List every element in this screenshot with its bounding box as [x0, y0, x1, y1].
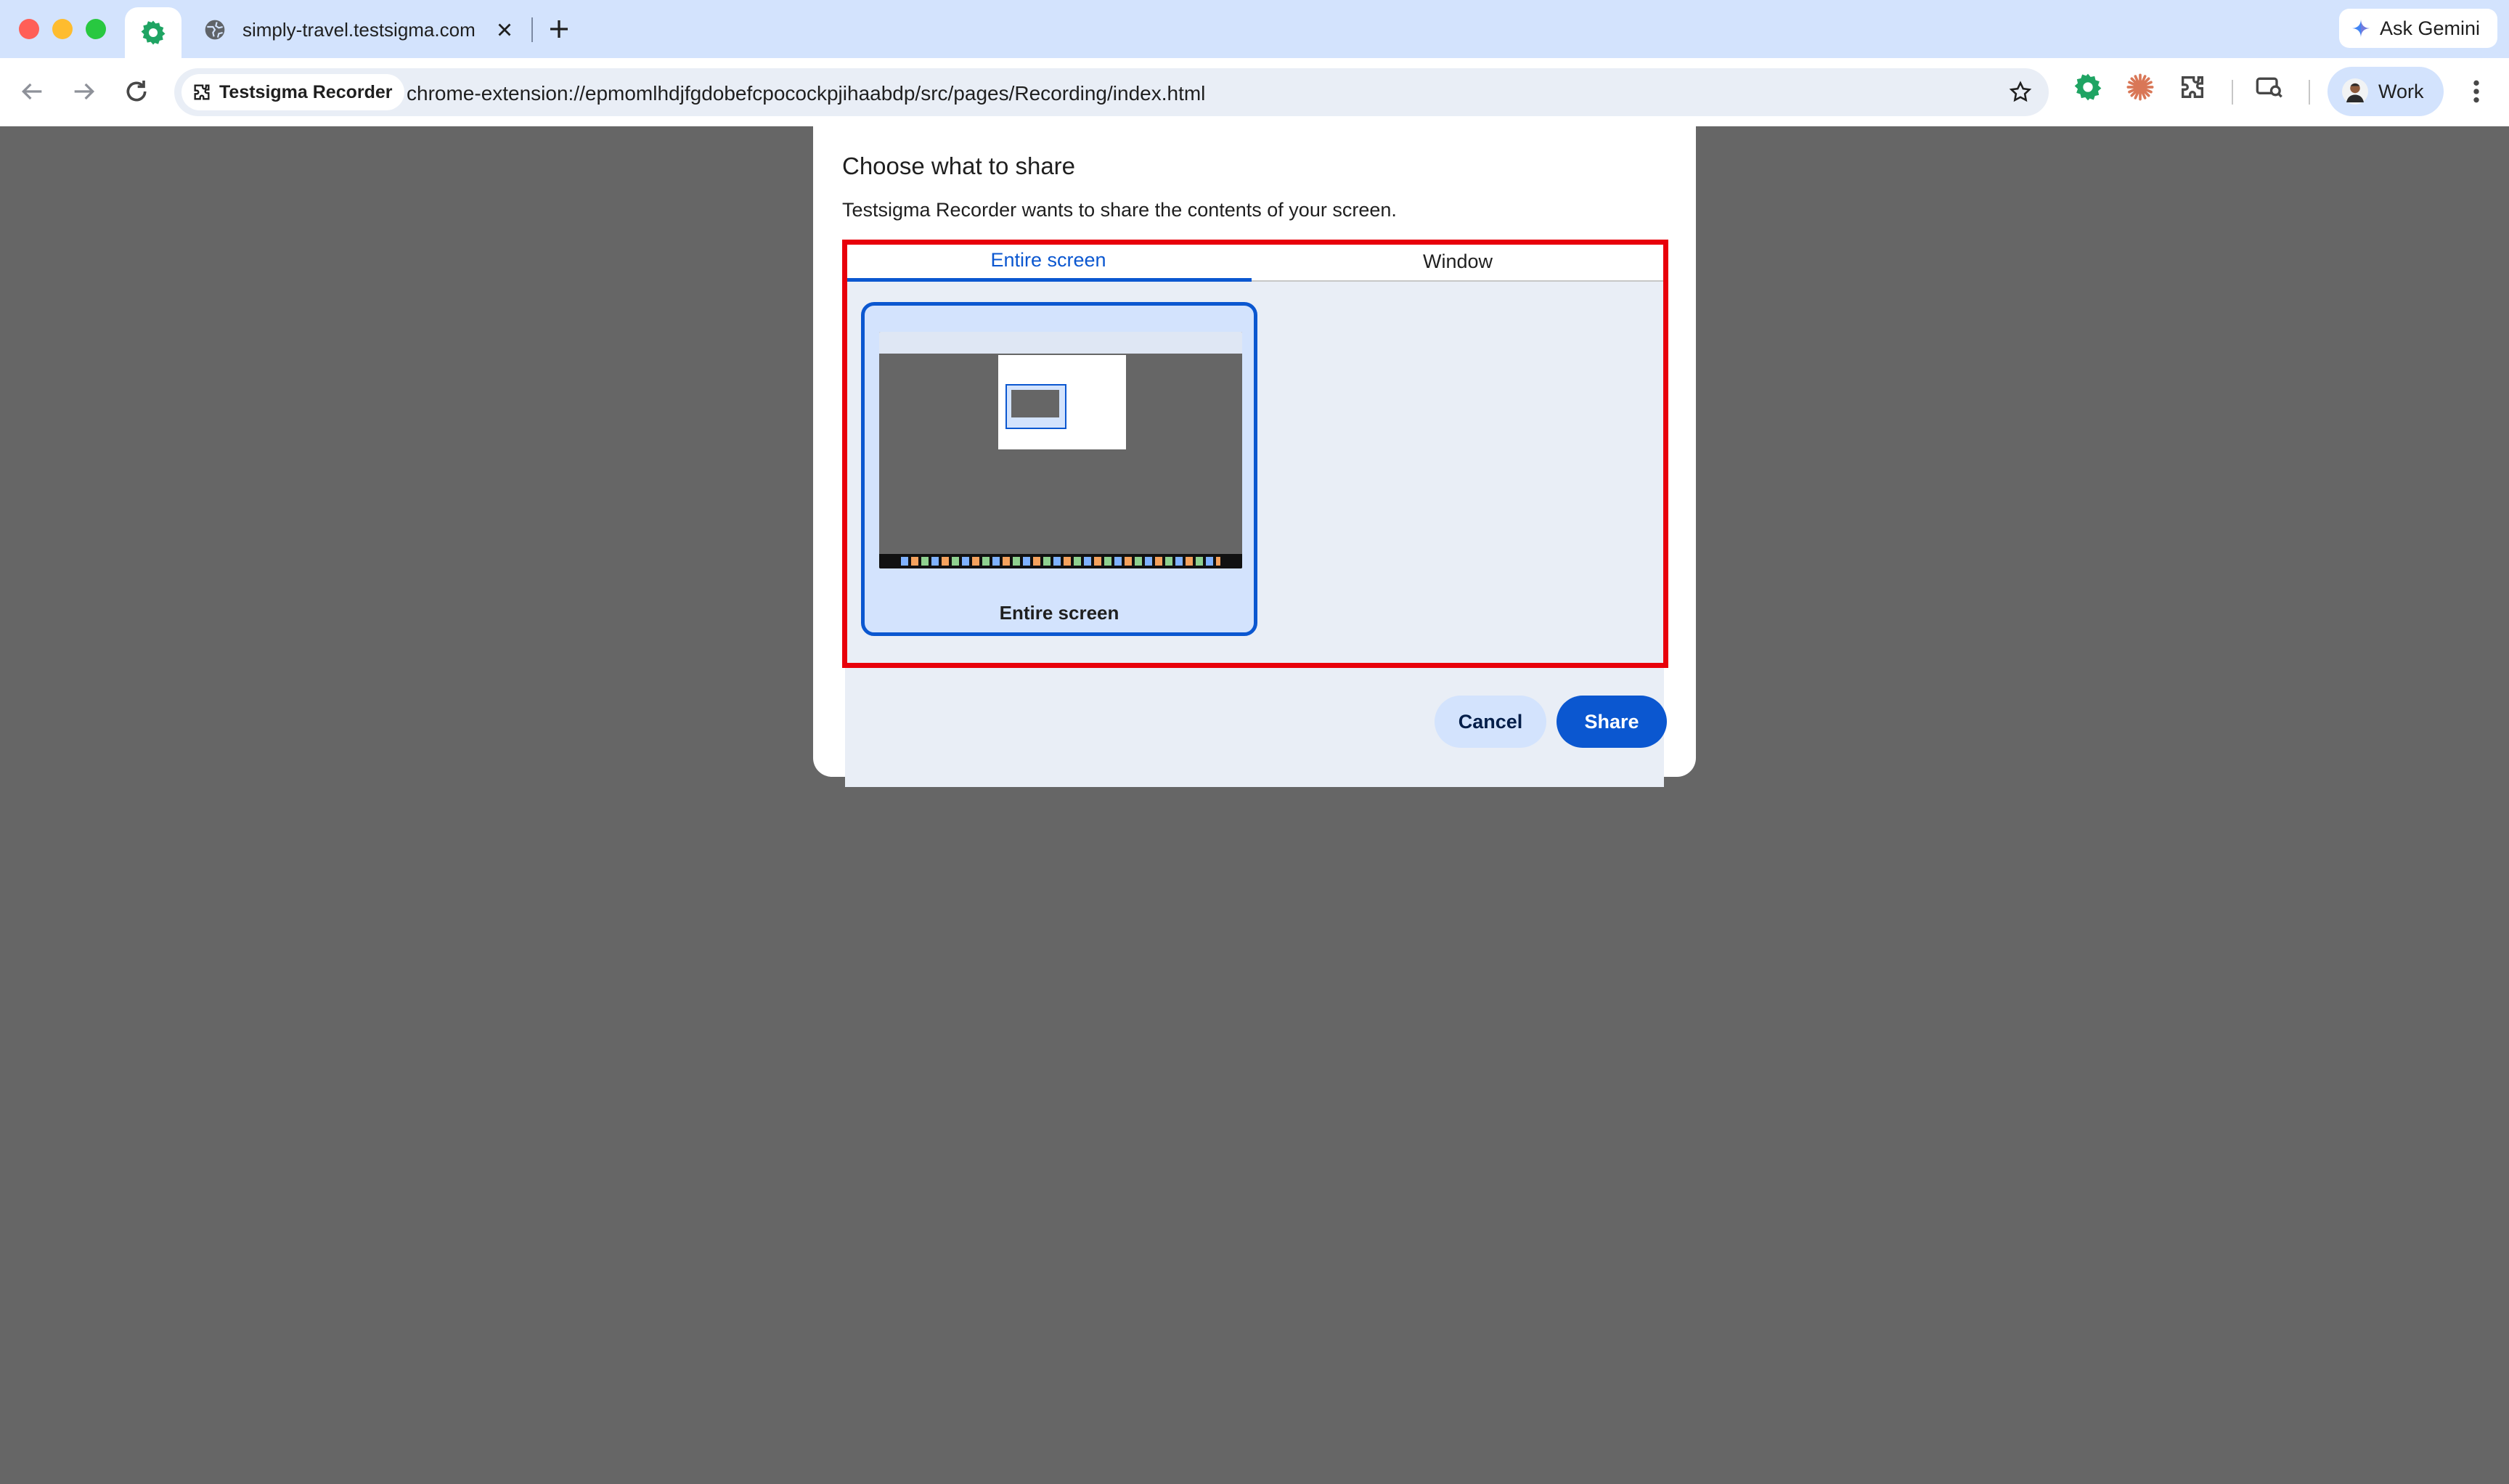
source-label: Entire screen — [999, 602, 1119, 624]
entire-screen-source[interactable]: Entire screen — [861, 302, 1257, 636]
tab-strip: simply-travel.testsigma.com Ask Gemini — [0, 0, 2509, 58]
cancel-button[interactable]: Cancel — [1435, 696, 1546, 748]
profile-label: Work — [2378, 80, 2424, 102]
dialog-subtitle: Testsigma Recorder wants to share the co… — [842, 199, 1397, 221]
minimize-window-button[interactable] — [52, 19, 73, 39]
toolbar-separator — [2309, 80, 2310, 105]
forward-arrow-icon[interactable] — [70, 77, 99, 106]
tab-title: simply-travel.testsigma.com — [242, 18, 476, 41]
globe-icon — [205, 20, 225, 40]
new-tab-icon[interactable] — [546, 16, 572, 42]
tab-window[interactable]: Window — [1252, 242, 1664, 282]
back-arrow-icon[interactable] — [17, 77, 46, 106]
bookmark-star-icon[interactable] — [2008, 80, 2033, 105]
share-button[interactable]: Share — [1557, 696, 1667, 748]
reload-icon[interactable] — [122, 77, 151, 106]
screen-thumbnail — [879, 332, 1242, 568]
gemini-sparkle-icon — [2351, 19, 2370, 38]
extensions-puzzle-icon[interactable] — [2178, 73, 2207, 102]
avatar — [2342, 78, 2368, 105]
pinned-tab-testsigma[interactable] — [125, 7, 181, 58]
toolbar-separator — [2232, 80, 2233, 105]
profile-button[interactable]: Work — [2328, 67, 2444, 116]
site-chip-label: Testsigma Recorder — [219, 81, 393, 102]
tab-entire-screen[interactable]: Entire screen — [845, 242, 1252, 282]
close-tab-icon[interactable] — [494, 19, 515, 41]
ask-gemini-button[interactable]: Ask Gemini — [2339, 9, 2497, 48]
more-options-icon[interactable] — [2465, 77, 2487, 106]
address-bar[interactable]: Testsigma Recorder chrome-extension://ep… — [174, 68, 2049, 116]
tab-simply-travel[interactable]: simply-travel.testsigma.com — [190, 9, 531, 51]
url-text[interactable]: chrome-extension://epmomlhdjfgdobefcpoco… — [407, 82, 1205, 105]
maximize-window-button[interactable] — [86, 19, 106, 39]
site-info-chip[interactable]: Testsigma Recorder — [181, 74, 404, 110]
testsigma-gear-icon — [141, 20, 166, 45]
tab-search-icon[interactable] — [2255, 73, 2284, 102]
claude-extension-icon[interactable] — [2126, 73, 2155, 102]
testsigma-extension-icon[interactable] — [2073, 73, 2102, 102]
close-window-button[interactable] — [19, 19, 39, 39]
tab-separator — [531, 17, 533, 42]
ask-gemini-label: Ask Gemini — [2380, 17, 2481, 39]
dialog-title: Choose what to share — [842, 152, 1076, 179]
puzzle-piece-icon — [194, 84, 210, 100]
